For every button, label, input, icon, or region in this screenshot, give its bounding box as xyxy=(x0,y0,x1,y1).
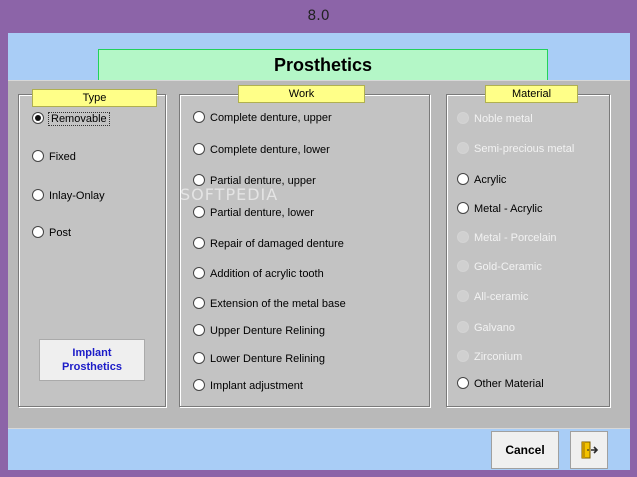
radio-icon[interactable] xyxy=(193,297,205,309)
radio-icon[interactable] xyxy=(193,324,205,336)
window-title: 8.0 xyxy=(307,8,330,24)
work-option[interactable]: Extension of the metal base xyxy=(193,296,346,312)
work-option[interactable]: Implant adjustment xyxy=(193,378,303,394)
options-panel: Type Removable Fixed Inlay-Onlay Post Im… xyxy=(8,80,630,429)
material-option: Gold-Ceramic xyxy=(457,259,542,275)
material-option-label: Other Material xyxy=(474,378,544,390)
material-option[interactable]: Acrylic xyxy=(457,172,506,188)
type-option-label: Removable xyxy=(48,112,110,126)
implant-prosthetics-button[interactable]: Implant Prosthetics xyxy=(39,339,145,381)
radio-icon[interactable] xyxy=(193,174,205,186)
dialog-client-area: Prosthetics Type Removable Fixed Inlay-O… xyxy=(8,33,630,470)
work-option[interactable]: Partial denture, lower xyxy=(193,205,314,221)
radio-icon[interactable] xyxy=(193,111,205,123)
material-option-label: Metal - Acrylic xyxy=(474,203,543,215)
radio-icon[interactable] xyxy=(457,173,469,185)
material-option-label: Metal - Porcelain xyxy=(474,232,557,244)
work-option[interactable]: Repair of damaged denture xyxy=(193,236,344,252)
radio-checked-icon[interactable] xyxy=(32,112,44,124)
type-option-post[interactable]: Post xyxy=(32,225,71,241)
material-option: Semi-precious metal xyxy=(457,141,574,157)
type-group-label: Type xyxy=(32,89,157,107)
radio-icon[interactable] xyxy=(193,143,205,155)
material-option-label: Gold-Ceramic xyxy=(474,261,542,273)
material-option-label: All-ceramic xyxy=(474,291,529,303)
material-group-label: Material xyxy=(485,85,578,103)
material-option[interactable]: Metal - Acrylic xyxy=(457,201,542,217)
work-option-label: Complete denture, upper xyxy=(210,112,332,124)
work-option-label: Repair of damaged denture xyxy=(210,238,344,250)
material-option: Metal - Porcelain xyxy=(457,230,557,246)
radio-icon[interactable] xyxy=(193,267,205,279)
work-option[interactable]: Partial denture, upper xyxy=(193,173,316,189)
exit-button[interactable] xyxy=(570,431,608,469)
work-group: Work Complete denture, upper Complete de… xyxy=(179,85,430,407)
cancel-button[interactable]: Cancel xyxy=(491,431,559,469)
type-option-label: Post xyxy=(49,227,72,239)
exit-door-icon xyxy=(581,441,599,459)
type-option-removable[interactable]: Removable xyxy=(32,111,110,127)
material-option-label: Semi-precious metal xyxy=(474,143,575,155)
radio-icon xyxy=(457,350,469,362)
work-option-label: Partial denture, lower xyxy=(210,207,314,219)
work-option-label: Implant adjustment xyxy=(210,380,303,392)
type-option-fixed[interactable]: Fixed xyxy=(32,149,76,165)
material-option-label: Acrylic xyxy=(474,174,507,186)
work-option-label: Partial denture, upper xyxy=(210,175,316,187)
radio-icon[interactable] xyxy=(193,237,205,249)
type-option-inlay-onlay[interactable]: Inlay-Onlay xyxy=(32,188,105,204)
radio-icon xyxy=(457,142,469,154)
type-option-label: Inlay-Onlay xyxy=(49,190,105,202)
radio-icon xyxy=(457,321,469,333)
material-option-label: Noble metal xyxy=(474,113,533,125)
radio-icon[interactable] xyxy=(193,379,205,391)
material-option-label: Zirconium xyxy=(474,351,523,363)
work-option[interactable]: Upper Denture Relining xyxy=(193,323,325,339)
radio-icon[interactable] xyxy=(32,226,44,238)
material-option-label: Galvano xyxy=(474,322,515,334)
radio-icon[interactable] xyxy=(32,150,44,162)
work-option-label: Upper Denture Relining xyxy=(210,325,325,337)
type-option-label: Fixed xyxy=(49,151,76,163)
type-group: Type Removable Fixed Inlay-Onlay Post Im… xyxy=(18,89,166,407)
material-option: Zirconium xyxy=(457,349,522,365)
radio-icon[interactable] xyxy=(457,377,469,389)
work-option[interactable]: Addition of acrylic tooth xyxy=(193,266,324,282)
radio-icon xyxy=(457,231,469,243)
work-option-label: Lower Denture Relining xyxy=(210,353,325,365)
implant-button-line2: Prosthetics xyxy=(62,361,122,373)
radio-icon[interactable] xyxy=(32,189,44,201)
page-title: Prosthetics xyxy=(98,49,548,82)
work-option[interactable]: Lower Denture Relining xyxy=(193,351,325,367)
implant-button-line1: Implant xyxy=(72,347,112,359)
work-option-label: Addition of acrylic tooth xyxy=(210,268,324,280)
radio-icon xyxy=(457,260,469,272)
work-option[interactable]: Complete denture, upper xyxy=(193,110,332,126)
radio-icon[interactable] xyxy=(193,206,205,218)
material-option: Galvano xyxy=(457,320,515,336)
radio-icon[interactable] xyxy=(193,352,205,364)
work-option-label: Complete denture, lower xyxy=(210,144,330,156)
material-option: All-ceramic xyxy=(457,289,528,305)
material-option: Noble metal xyxy=(457,111,533,127)
work-option-label: Extension of the metal base xyxy=(210,298,346,310)
material-group: Material Noble metal Semi-precious metal… xyxy=(446,85,610,407)
work-option[interactable]: Complete denture, lower xyxy=(193,142,330,158)
radio-icon xyxy=(457,112,469,124)
radio-icon xyxy=(457,290,469,302)
work-group-label: Work xyxy=(238,85,365,103)
material-option[interactable]: Other Material xyxy=(457,376,544,392)
radio-icon[interactable] xyxy=(457,202,469,214)
